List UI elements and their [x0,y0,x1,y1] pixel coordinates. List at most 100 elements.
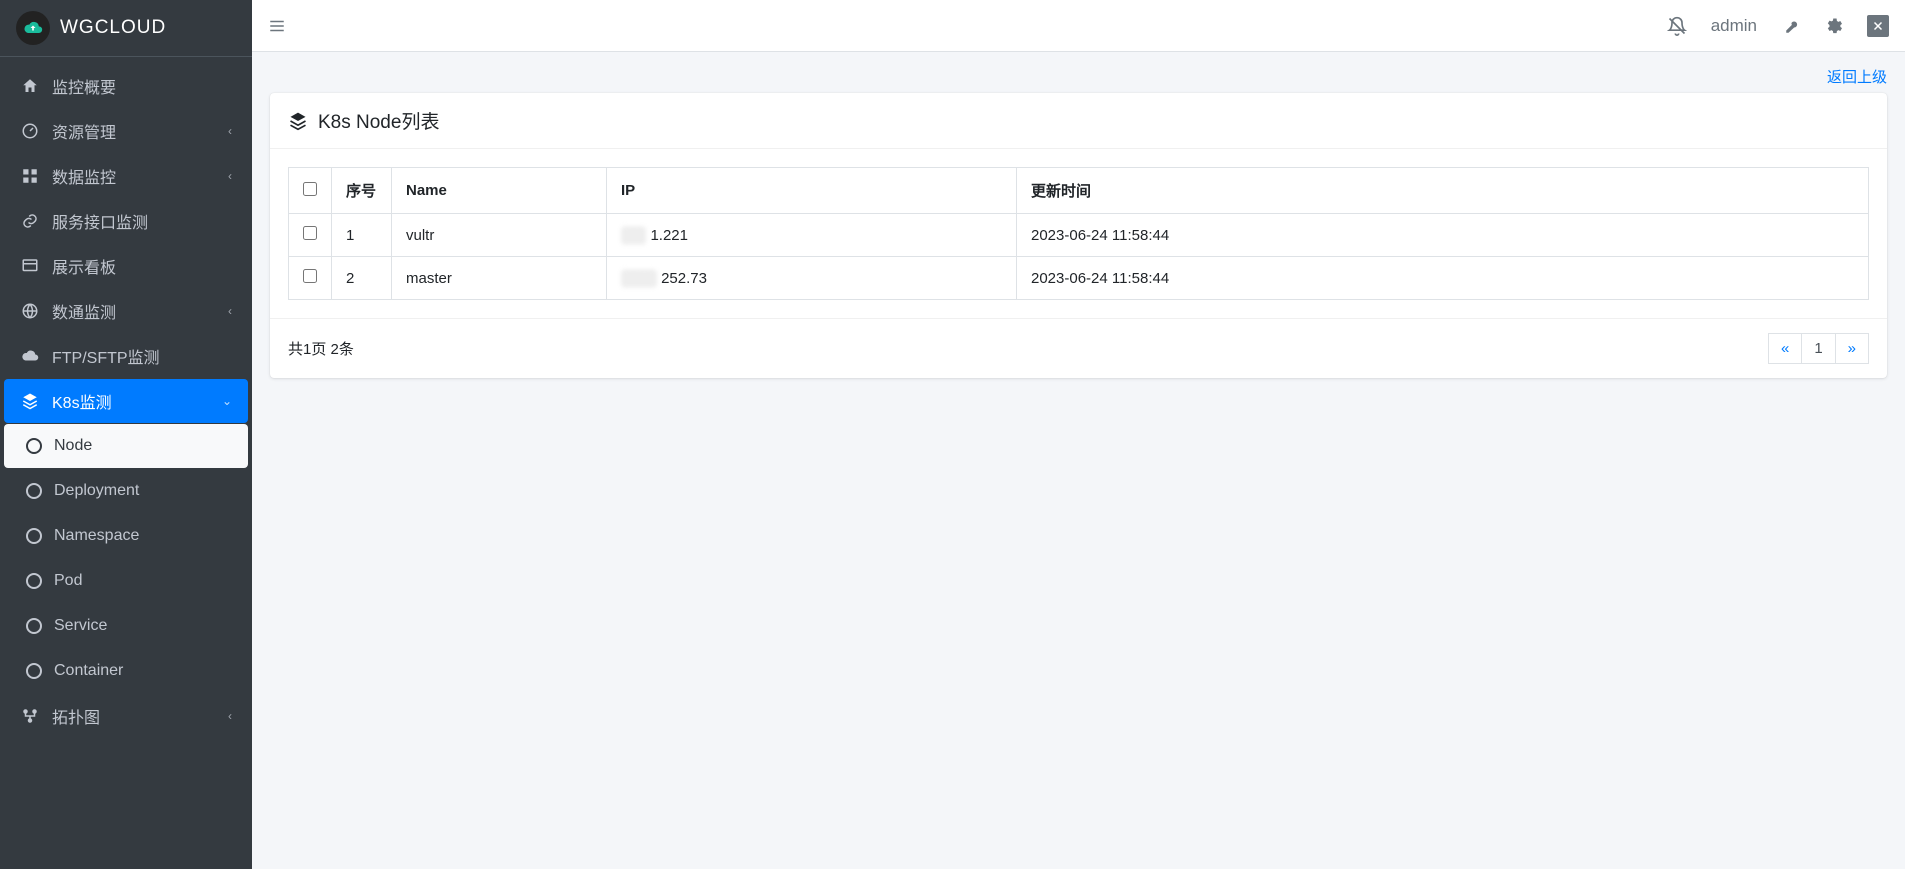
circle-icon [26,573,42,589]
back-link-wrapper: 返回上级 [270,66,1887,93]
chevron-left-icon: ‹ [228,709,232,723]
ip-masked: ██ [621,227,646,244]
grid-icon [20,167,40,185]
nav-k8s[interactable]: K8s监测 ⌄ [4,379,248,423]
card-title: K8s Node列表 [318,107,439,134]
ip-tail: 1.221 [650,227,688,244]
sub-pod[interactable]: Pod [4,559,248,603]
nav: 监控概要 资源管理 ‹ 数据监控 ‹ 服务接口监测 展示看板 [0,57,252,738]
key-icon[interactable] [1781,17,1799,35]
gear-icon[interactable] [1823,16,1843,36]
sidebar: WGCLOUD 监控概要 资源管理 ‹ 数据监控 ‹ 服务接口监测 [0,0,252,869]
card-body: 序号 Name IP 更新时间 1 vultr ██ 1.22 [270,149,1887,318]
topology-icon [20,707,40,725]
sub-namespace[interactable]: Namespace [4,514,248,558]
board-icon [20,257,40,275]
cell-updated: 2023-06-24 11:58:44 [1017,257,1869,300]
ip-masked: ███ [621,270,657,287]
username[interactable]: admin [1711,16,1757,36]
sub-label: Pod [54,572,82,590]
sub-deployment[interactable]: Deployment [4,469,248,513]
node-table: 序号 Name IP 更新时间 1 vultr ██ 1.22 [288,167,1869,300]
brand[interactable]: WGCLOUD [0,0,252,57]
col-seq: 序号 [332,168,392,214]
select-all-checkbox[interactable] [303,182,317,196]
col-updated: 更新时间 [1017,168,1869,214]
nav-label: 服务接口监测 [52,209,232,233]
nav-dashboard[interactable]: 展示看板 [4,244,248,288]
pager-next[interactable]: » [1835,333,1869,364]
sub-label: Service [54,617,107,635]
nav-ftp[interactable]: FTP/SFTP监测 [4,334,248,378]
nav-label: 拓扑图 [52,704,216,728]
globe-icon [20,302,40,320]
footer-summary: 共1页 2条 [288,338,354,359]
nav-label: 资源管理 [52,119,216,143]
sub-node[interactable]: Node [4,424,248,468]
nav-topology[interactable]: 拓扑图 ‹ [4,694,248,738]
table-header-row: 序号 Name IP 更新时间 [289,168,1869,214]
nav-data-monitor[interactable]: 数据监控 ‹ [4,154,248,198]
main: admin 返回上级 K8s Node列表 [252,0,1905,869]
back-link[interactable]: 返回上级 [1827,69,1887,86]
col-ip: IP [607,168,1017,214]
cell-seq: 1 [332,214,392,257]
circle-icon [26,528,42,544]
bell-off-icon[interactable] [1667,16,1687,36]
cell-name: vultr [392,214,607,257]
nav-label: 监控概要 [52,74,232,98]
brand-text: WGCLOUD [60,17,166,39]
nav-label: FTP/SFTP监测 [52,344,232,368]
nav-network[interactable]: 数通监测 ‹ [4,289,248,333]
ip-tail: 252.73 [661,270,707,287]
circle-icon [26,438,42,454]
table-row: 1 vultr ██ 1.221 2023-06-24 11:58:44 [289,214,1869,257]
col-name: Name [392,168,607,214]
cell-updated: 2023-06-24 11:58:44 [1017,214,1869,257]
cloud-icon [20,347,40,365]
topbar-right: admin [1667,15,1889,37]
home-icon [20,77,40,95]
dashboard-icon [20,122,40,140]
sub-label: Namespace [54,527,139,545]
table-row: 2 master ███ 252.73 2023-06-24 11:58:44 [289,257,1869,300]
chevron-left-icon: ‹ [228,124,232,138]
menu-toggle-button[interactable] [268,17,286,35]
nav-label: 数据监控 [52,164,216,188]
chevron-left-icon: ‹ [228,304,232,318]
layers-icon [20,392,40,410]
row-checkbox[interactable] [303,269,317,283]
cell-ip: ██ 1.221 [607,214,1017,257]
brand-logo-icon [16,11,50,45]
sub-container[interactable]: Container [4,649,248,693]
sub-label: Container [54,662,123,680]
pager: « 1 » [1768,333,1869,364]
nav-service-api[interactable]: 服务接口监测 [4,199,248,243]
cell-seq: 2 [332,257,392,300]
nav-overview[interactable]: 监控概要 [4,64,248,108]
sub-service[interactable]: Service [4,604,248,648]
card: K8s Node列表 序号 Name IP 更新时间 [270,93,1887,378]
chevron-down-icon: ⌄ [222,394,232,408]
cell-name: master [392,257,607,300]
card-footer: 共1页 2条 « 1 » [270,318,1887,378]
nav-label: 数通监测 [52,299,216,323]
topbar: admin [252,0,1905,52]
close-button[interactable] [1867,15,1889,37]
nav-label: 展示看板 [52,254,232,278]
sub-label: Deployment [54,482,139,500]
circle-icon [26,663,42,679]
card-header: K8s Node列表 [270,93,1887,149]
layers-icon [288,111,308,131]
link-icon [20,212,40,230]
circle-icon [26,483,42,499]
row-checkbox[interactable] [303,226,317,240]
pager-prev[interactable]: « [1768,333,1802,364]
circle-icon [26,618,42,634]
content: 返回上级 K8s Node列表 序号 Name IP [252,52,1905,869]
cell-ip: ███ 252.73 [607,257,1017,300]
nav-resource[interactable]: 资源管理 ‹ [4,109,248,153]
pager-page[interactable]: 1 [1801,333,1835,364]
chevron-left-icon: ‹ [228,169,232,183]
sub-label: Node [54,437,92,455]
